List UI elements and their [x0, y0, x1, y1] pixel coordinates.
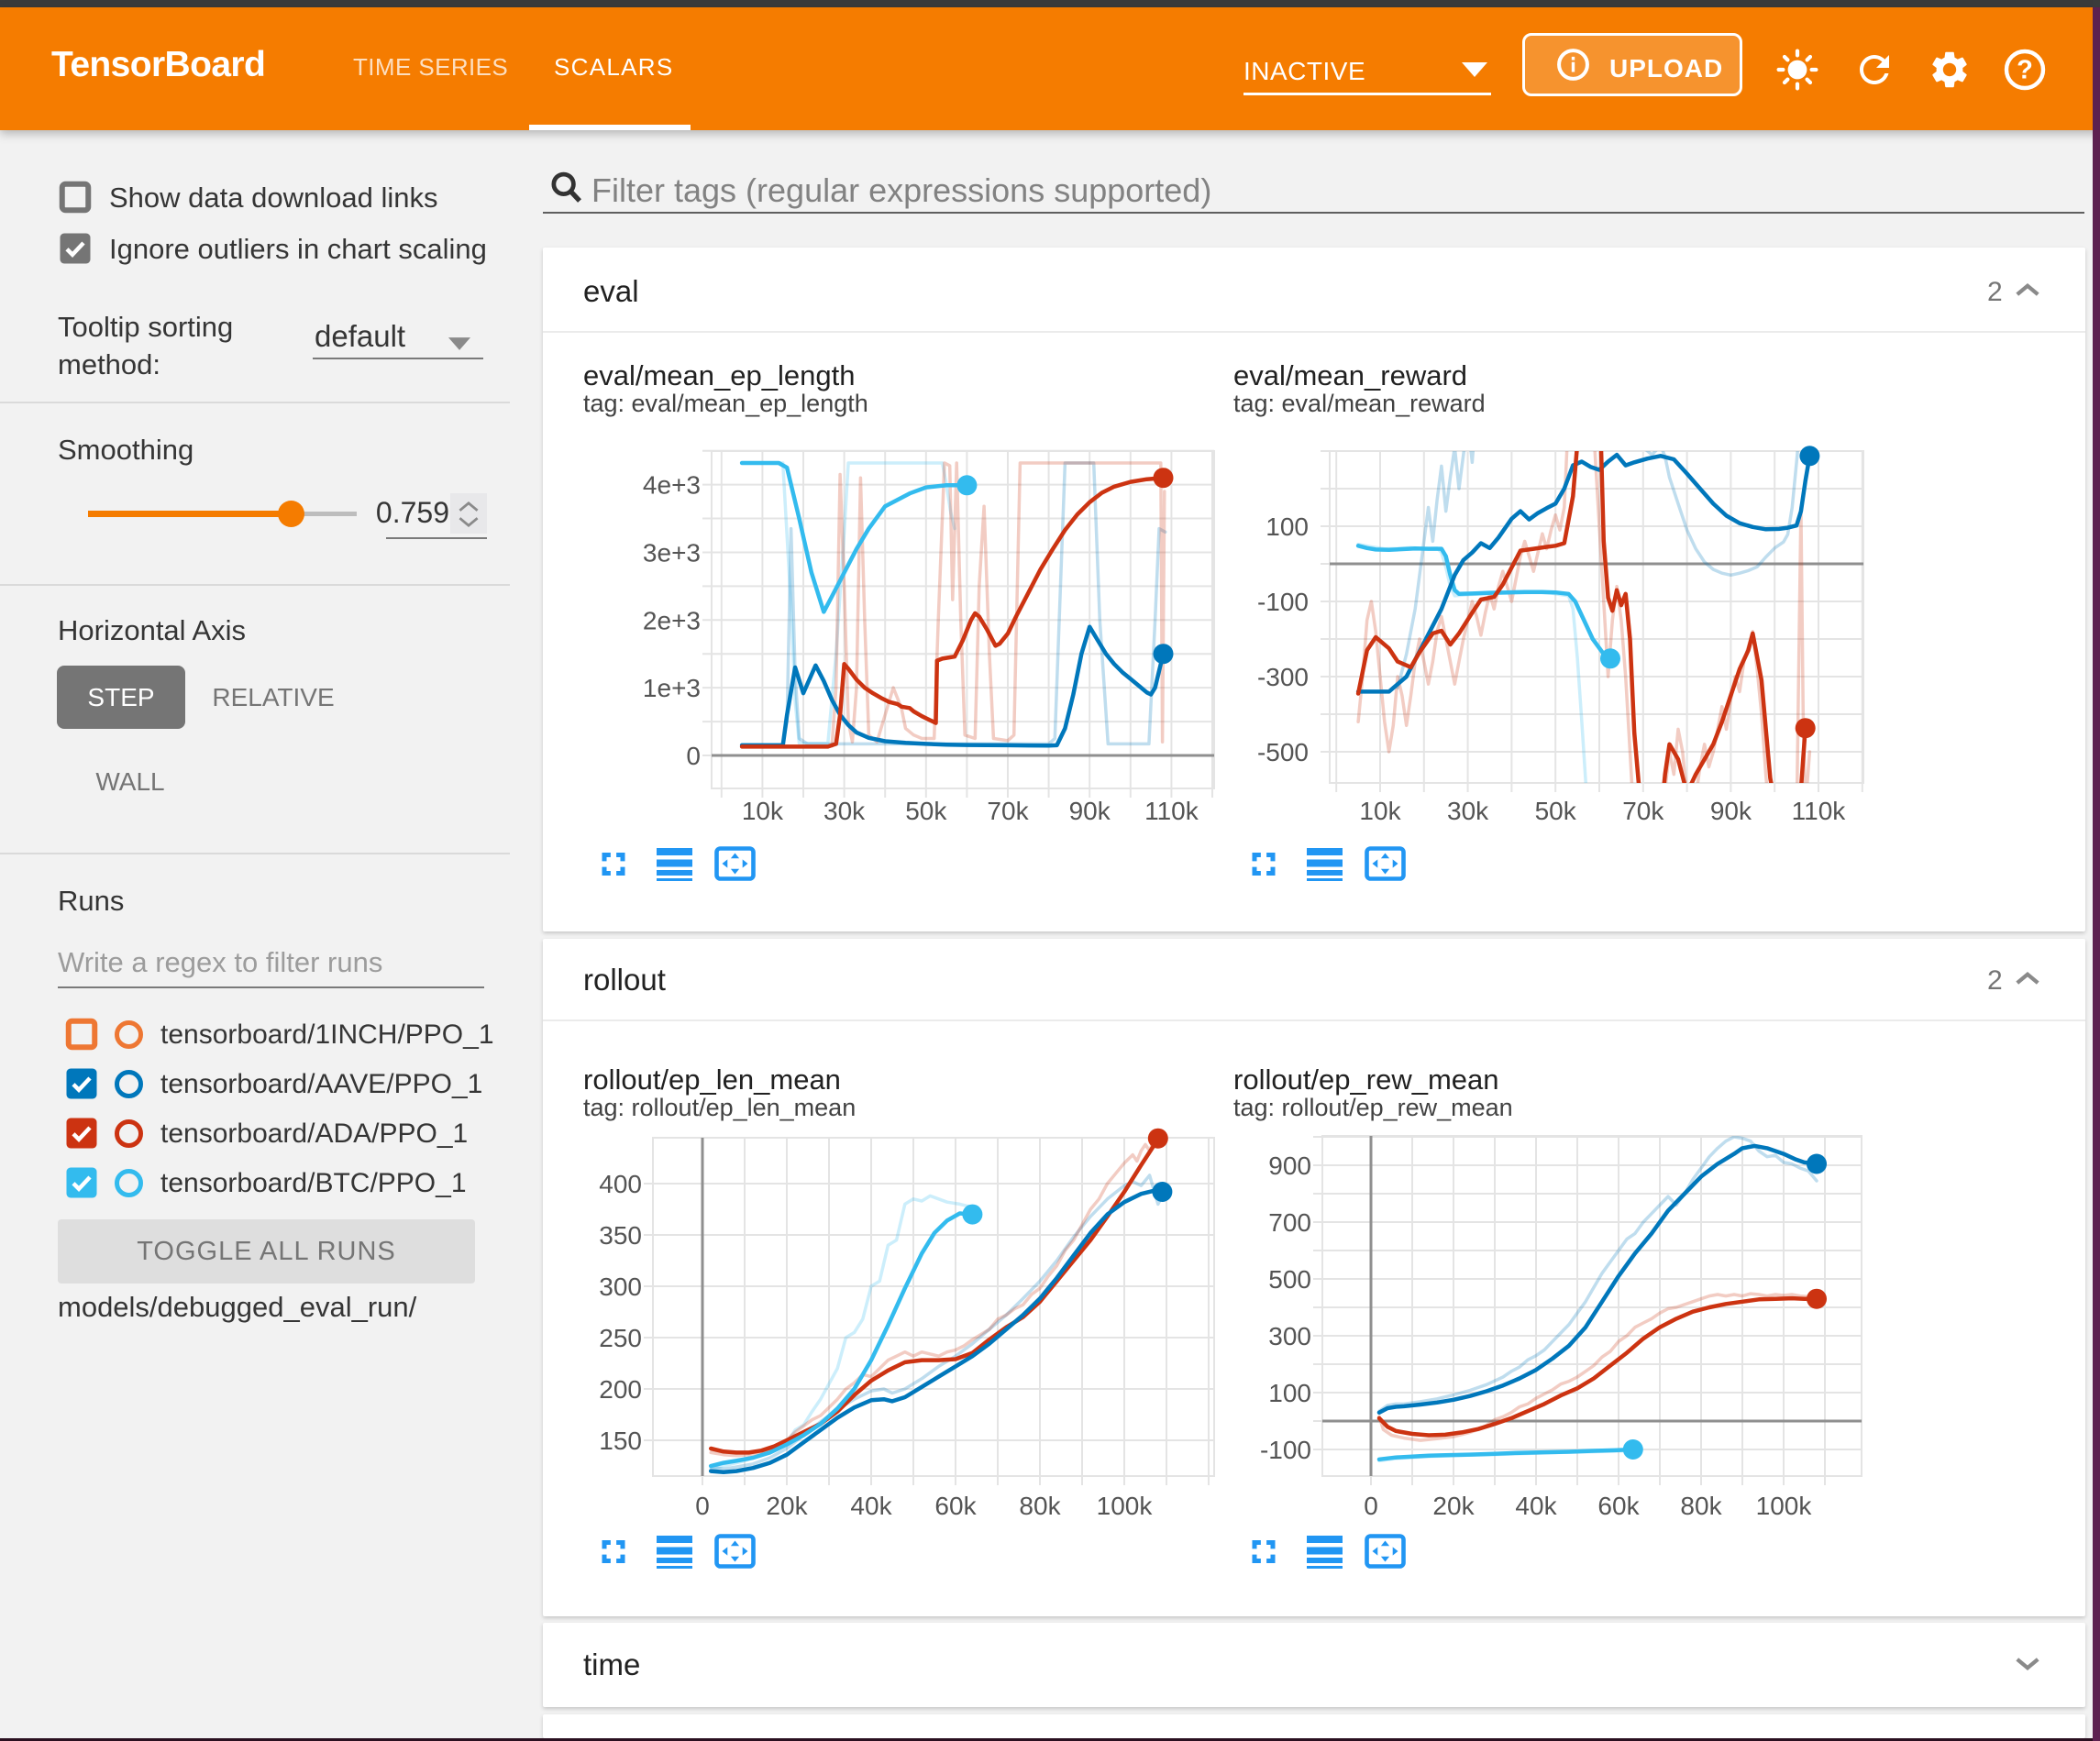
svg-text:300: 300 — [599, 1273, 642, 1301]
svg-text:80k: 80k — [1019, 1492, 1061, 1520]
svg-text:20k: 20k — [1432, 1492, 1475, 1520]
svg-text:?: ? — [2017, 56, 2033, 85]
svg-text:-500: -500 — [1257, 738, 1309, 766]
svg-text:10k: 10k — [742, 797, 784, 825]
svg-text:2e+3: 2e+3 — [643, 606, 701, 634]
svg-text:70k: 70k — [1622, 797, 1664, 825]
svg-text:3e+3: 3e+3 — [643, 539, 701, 567]
svg-text:350: 350 — [599, 1221, 642, 1250]
svg-text:0: 0 — [686, 742, 701, 770]
svg-text:150: 150 — [599, 1427, 642, 1455]
svg-text:90k: 90k — [1069, 797, 1111, 825]
svg-text:100k: 100k — [1756, 1492, 1813, 1520]
svg-text:50k: 50k — [905, 797, 947, 825]
svg-text:100k: 100k — [1097, 1492, 1154, 1520]
svg-text:1e+3: 1e+3 — [643, 674, 701, 702]
svg-text:400: 400 — [599, 1170, 642, 1198]
svg-text:80k: 80k — [1680, 1492, 1722, 1520]
svg-text:50k: 50k — [1535, 797, 1577, 825]
svg-text:60k: 60k — [934, 1492, 977, 1520]
svg-text:30k: 30k — [1447, 797, 1489, 825]
svg-text:70k: 70k — [987, 797, 1029, 825]
svg-text:90k: 90k — [1710, 797, 1752, 825]
svg-text:20k: 20k — [766, 1492, 808, 1520]
svg-text:700: 700 — [1268, 1208, 1311, 1237]
svg-text:900: 900 — [1268, 1151, 1311, 1180]
svg-text:30k: 30k — [823, 797, 866, 825]
svg-text:0: 0 — [1364, 1492, 1378, 1520]
svg-text:100: 100 — [1268, 1379, 1311, 1407]
svg-text:-100: -100 — [1260, 1436, 1311, 1464]
svg-text:-300: -300 — [1257, 663, 1309, 691]
svg-text:200: 200 — [599, 1375, 642, 1404]
svg-text:-100: -100 — [1257, 588, 1309, 616]
svg-text:100: 100 — [1266, 512, 1309, 541]
svg-text:40k: 40k — [1515, 1492, 1557, 1520]
svg-text:0: 0 — [695, 1492, 710, 1520]
svg-text:500: 500 — [1268, 1265, 1311, 1294]
svg-text:10k: 10k — [1359, 797, 1401, 825]
svg-text:110k: 110k — [1144, 797, 1199, 825]
svg-text:60k: 60k — [1597, 1492, 1640, 1520]
svg-text:250: 250 — [599, 1324, 642, 1352]
svg-text:40k: 40k — [850, 1492, 892, 1520]
svg-text:4e+3: 4e+3 — [643, 471, 701, 500]
svg-text:300: 300 — [1268, 1322, 1311, 1350]
svg-text:110k: 110k — [1792, 797, 1847, 825]
